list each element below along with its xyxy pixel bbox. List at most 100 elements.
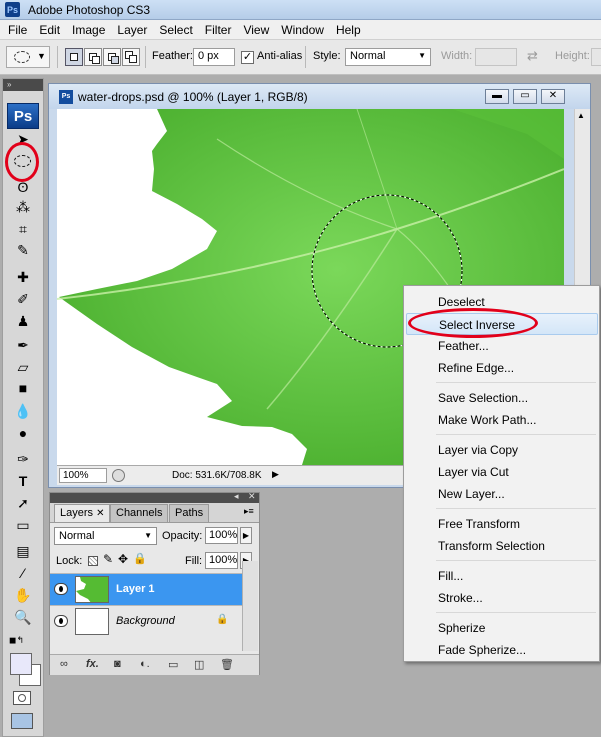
magic-wand-icon[interactable]: ⁂ — [11, 197, 35, 217]
new-layer-icon[interactable]: ◫ — [194, 658, 204, 671]
blur-icon[interactable]: 💧 — [11, 401, 35, 421]
status-info-icon[interactable] — [112, 469, 125, 482]
crop-icon[interactable]: ⌗ — [11, 219, 35, 239]
menu-file[interactable]: File — [2, 23, 33, 37]
menu-window[interactable]: Window — [275, 23, 330, 37]
brush-icon[interactable]: ✐ — [11, 289, 35, 309]
healing-brush-icon[interactable]: ✚ — [11, 267, 35, 287]
fill-input[interactable]: 100% — [205, 552, 238, 569]
visibility-eye-icon[interactable] — [54, 583, 68, 595]
chevron-down-icon: ▼ — [418, 51, 426, 60]
tab-paths[interactable]: Paths — [169, 504, 210, 522]
fx-icon[interactable]: fx. — [86, 658, 99, 670]
layer-row-background[interactable]: Background 🔒 — [50, 605, 242, 637]
height-input[interactable] — [591, 48, 601, 66]
photoshop-logo-icon: Ps — [5, 2, 20, 17]
menu-item-feather[interactable]: Feather... — [406, 335, 598, 357]
path-selection-icon[interactable]: ➚ — [11, 493, 35, 513]
pen-icon[interactable]: ✑ — [11, 449, 35, 469]
maximize-button[interactable]: ▭ — [513, 89, 537, 104]
adjustment-icon[interactable]: ◐. — [140, 658, 150, 670]
status-menu-arrow-icon[interactable]: ▶ — [272, 469, 279, 480]
photoshop-logo-icon[interactable]: Ps — [7, 103, 39, 129]
menu-item-transform-selection[interactable]: Transform Selection — [406, 535, 598, 557]
dodge-icon[interactable]: ● — [11, 423, 35, 443]
scroll-up-icon[interactable]: ▲ — [577, 111, 585, 120]
tool-preset-picker[interactable]: ▼ — [6, 46, 50, 68]
close-icon[interactable]: ✕ — [248, 491, 256, 502]
eraser-icon[interactable]: ▱ — [11, 357, 35, 377]
menu-item-save-selection[interactable]: Save Selection... — [406, 387, 598, 409]
blend-mode-select[interactable]: Normal ▼ — [54, 527, 157, 545]
collapse-icon[interactable]: ◂ — [234, 491, 239, 502]
swap-arrows-icon[interactable]: ⇄ — [527, 48, 538, 64]
menu-item-refine-edge[interactable]: Refine Edge... — [406, 357, 598, 379]
lock-pixels-icon[interactable]: ✎ — [103, 552, 113, 566]
menu-item-layer-via-copy[interactable]: Layer via Copy — [406, 439, 598, 461]
screen-mode-icon[interactable] — [11, 713, 33, 729]
hand-icon[interactable]: ✋ — [11, 585, 35, 605]
lock-icon: 🔒 — [216, 614, 229, 625]
close-button[interactable]: ✕ — [541, 89, 565, 104]
minimize-button[interactable]: ▬ — [485, 89, 509, 104]
lock-position-icon[interactable]: ✥ — [118, 552, 128, 566]
tab-channels[interactable]: Channels — [110, 504, 169, 522]
foreground-color-swatch[interactable] — [10, 653, 32, 675]
clone-stamp-icon[interactable]: ♟ — [11, 311, 35, 331]
menu-item-free-transform[interactable]: Free Transform — [406, 513, 598, 535]
menu-item-fill[interactable]: Fill... — [406, 565, 598, 587]
panel-grip[interactable]: » — [3, 79, 43, 91]
add-selection-button[interactable] — [84, 48, 102, 66]
tab-layers[interactable]: Layers ✕ — [54, 504, 111, 522]
new-selection-button[interactable] — [65, 48, 83, 66]
menu-item-make-work-path[interactable]: Make Work Path... — [406, 409, 598, 431]
lasso-icon[interactable]: ʘ — [11, 177, 35, 197]
menu-help[interactable]: Help — [330, 23, 367, 37]
menu-item-stroke[interactable]: Stroke... — [406, 587, 598, 609]
link-icon[interactable]: ∞ — [60, 658, 68, 670]
zoom-level-input[interactable]: 100% — [59, 468, 107, 483]
intersect-selection-button[interactable] — [122, 48, 140, 66]
context-menu: Deselect Select Inverse Feather... Refin… — [403, 285, 600, 662]
eyedropper-icon[interactable]: ✎ — [11, 240, 35, 260]
panel-header[interactable]: ◂ ✕ — [50, 491, 259, 503]
default-colors-icon[interactable]: ◼↰ — [9, 635, 24, 646]
menu-item-fade-spherize[interactable]: Fade Spherize... — [406, 639, 598, 661]
menu-edit[interactable]: Edit — [33, 23, 66, 37]
menu-filter[interactable]: Filter — [199, 23, 238, 37]
lock-all-icon[interactable]: 🔒 — [133, 552, 147, 565]
menu-item-new-layer[interactable]: New Layer... — [406, 483, 598, 505]
feather-input[interactable]: 0 px — [193, 48, 235, 66]
menu-view[interactable]: View — [237, 23, 275, 37]
close-icon[interactable]: ✕ — [96, 508, 104, 519]
shape-icon[interactable]: ▭ — [11, 515, 35, 535]
menu-layer[interactable]: Layer — [111, 23, 153, 37]
type-icon[interactable]: T — [11, 471, 35, 491]
zoom-icon[interactable]: 🔍 — [11, 607, 35, 627]
trash-icon[interactable]: 🗑 — [220, 658, 234, 671]
opacity-input[interactable]: 100% — [205, 527, 238, 544]
mask-icon[interactable]: ◙ — [114, 658, 121, 670]
subtract-selection-button[interactable] — [103, 48, 121, 66]
menu-item-layer-via-cut[interactable]: Layer via Cut — [406, 461, 598, 483]
menu-image[interactable]: Image — [66, 23, 111, 37]
layer-name[interactable]: Background — [116, 615, 175, 627]
menu-item-spherize[interactable]: Spherize — [406, 617, 598, 639]
history-brush-icon[interactable]: ✒ — [11, 335, 35, 355]
notes-icon[interactable]: ▤ — [11, 541, 35, 561]
style-select[interactable]: Normal ▼ — [345, 48, 431, 66]
panel-menu-icon[interactable]: ▸≡ — [244, 506, 254, 517]
visibility-eye-icon[interactable] — [54, 615, 68, 627]
eyedropper2-icon[interactable]: ⁄ — [11, 563, 35, 583]
antialias-checkbox[interactable]: ✓ — [241, 51, 254, 64]
menu-select[interactable]: Select — [153, 23, 198, 37]
quick-mask-icon[interactable] — [13, 691, 31, 705]
layer-row-layer1[interactable]: Layer 1 — [50, 573, 242, 605]
width-input[interactable] — [475, 48, 517, 66]
layers-scrollbar[interactable] — [242, 561, 258, 651]
opacity-slider-arrow-icon[interactable]: ▶ — [240, 527, 252, 544]
layer-name[interactable]: Layer 1 — [116, 583, 155, 595]
lock-transparency-icon[interactable] — [88, 556, 98, 566]
group-icon[interactable]: ▭ — [168, 658, 178, 671]
gradient-icon[interactable]: ■ — [11, 378, 35, 398]
